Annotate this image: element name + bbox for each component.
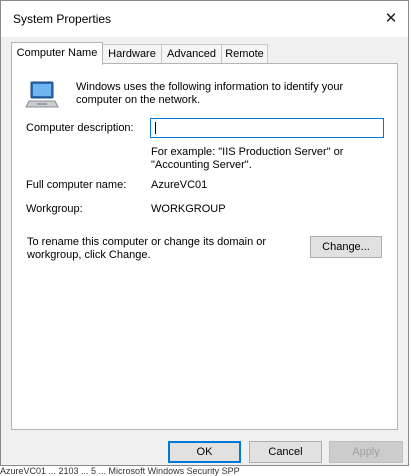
system-properties-dialog: System Properties ✕ Computer Name Hardwa… [0, 0, 409, 466]
description-example-text: For example: "IIS Production Server" or … [151, 146, 344, 171]
tab-advanced[interactable]: Advanced [161, 44, 222, 63]
full-computer-name-label: Full computer name: [26, 179, 127, 191]
change-button[interactable]: Change... [310, 236, 382, 258]
tab-computer-name[interactable]: Computer Name [11, 42, 103, 65]
workgroup-value: WORKGROUP [151, 203, 226, 215]
apply-button[interactable]: Apply [329, 441, 403, 463]
window-title: System Properties [13, 12, 112, 26]
close-icon[interactable]: ✕ [380, 7, 402, 29]
intro-text: Windows uses the following information t… [76, 81, 344, 106]
computer-network-icon [25, 81, 59, 108]
computer-description-label: Computer description: [26, 122, 134, 134]
computer-description-input[interactable] [150, 118, 384, 138]
tab-remote[interactable]: Remote [221, 44, 268, 63]
ok-button[interactable]: OK [168, 441, 241, 463]
rename-instructions: To rename this computer or change its do… [27, 236, 267, 261]
tab-hardware[interactable]: Hardware [102, 44, 162, 63]
title-bar[interactable]: System Properties ✕ [1, 1, 408, 37]
cancel-button[interactable]: Cancel [249, 441, 322, 463]
workgroup-label: Workgroup: [26, 203, 83, 215]
background-window-strip: AzureVC01 ... 2103 ... 5 ... Microsoft W… [0, 466, 240, 476]
text-caret [155, 122, 156, 134]
full-computer-name-value: AzureVC01 [151, 179, 208, 191]
